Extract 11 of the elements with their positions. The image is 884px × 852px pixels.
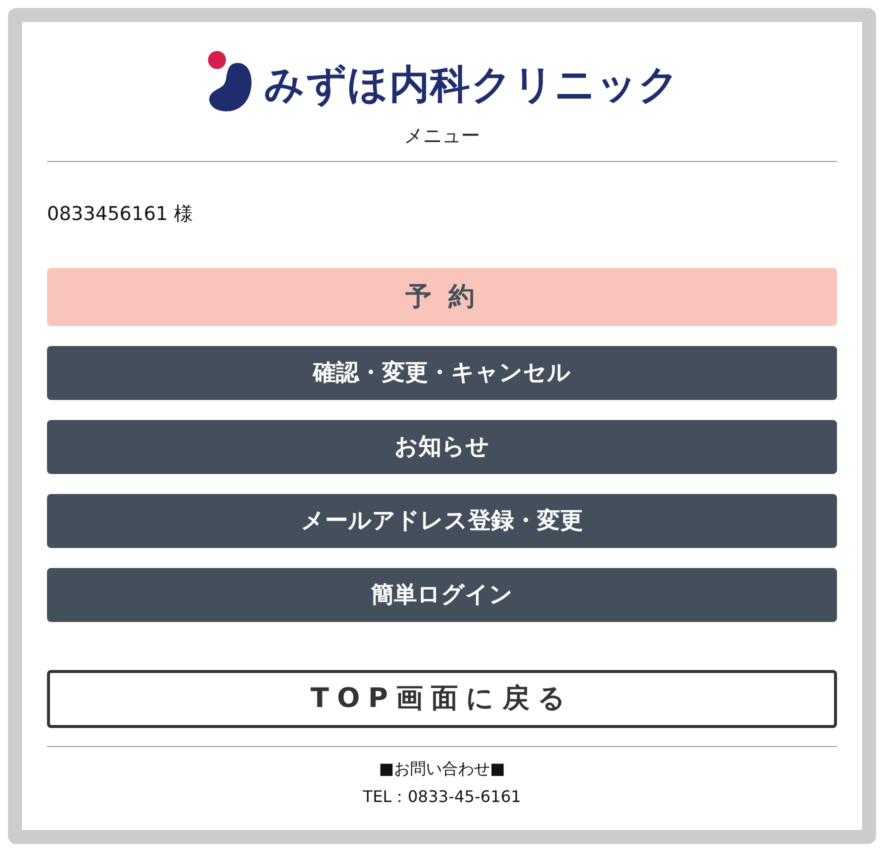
- contact-phone: TEL：0833-45-6161: [362, 786, 522, 808]
- menu-button[interactable]: 確認・変更・キャンセル: [47, 346, 837, 400]
- menu-button[interactable]: TOP画面に戻る: [47, 670, 837, 728]
- contact-heading: ■お問い合わせ■: [378, 758, 506, 780]
- user-name: 0833456161 様: [47, 202, 194, 226]
- menu-button[interactable]: メールアドレス登録・変更: [47, 494, 837, 548]
- menu-button[interactable]: お知らせ: [47, 420, 837, 474]
- clinic-logo-text: みずほ内科クリニック: [264, 65, 680, 105]
- menu-button[interactable]: 簡単ログイン: [47, 568, 837, 622]
- page-title: メニュー: [403, 124, 481, 149]
- menu-button[interactable]: 予 約: [47, 268, 837, 326]
